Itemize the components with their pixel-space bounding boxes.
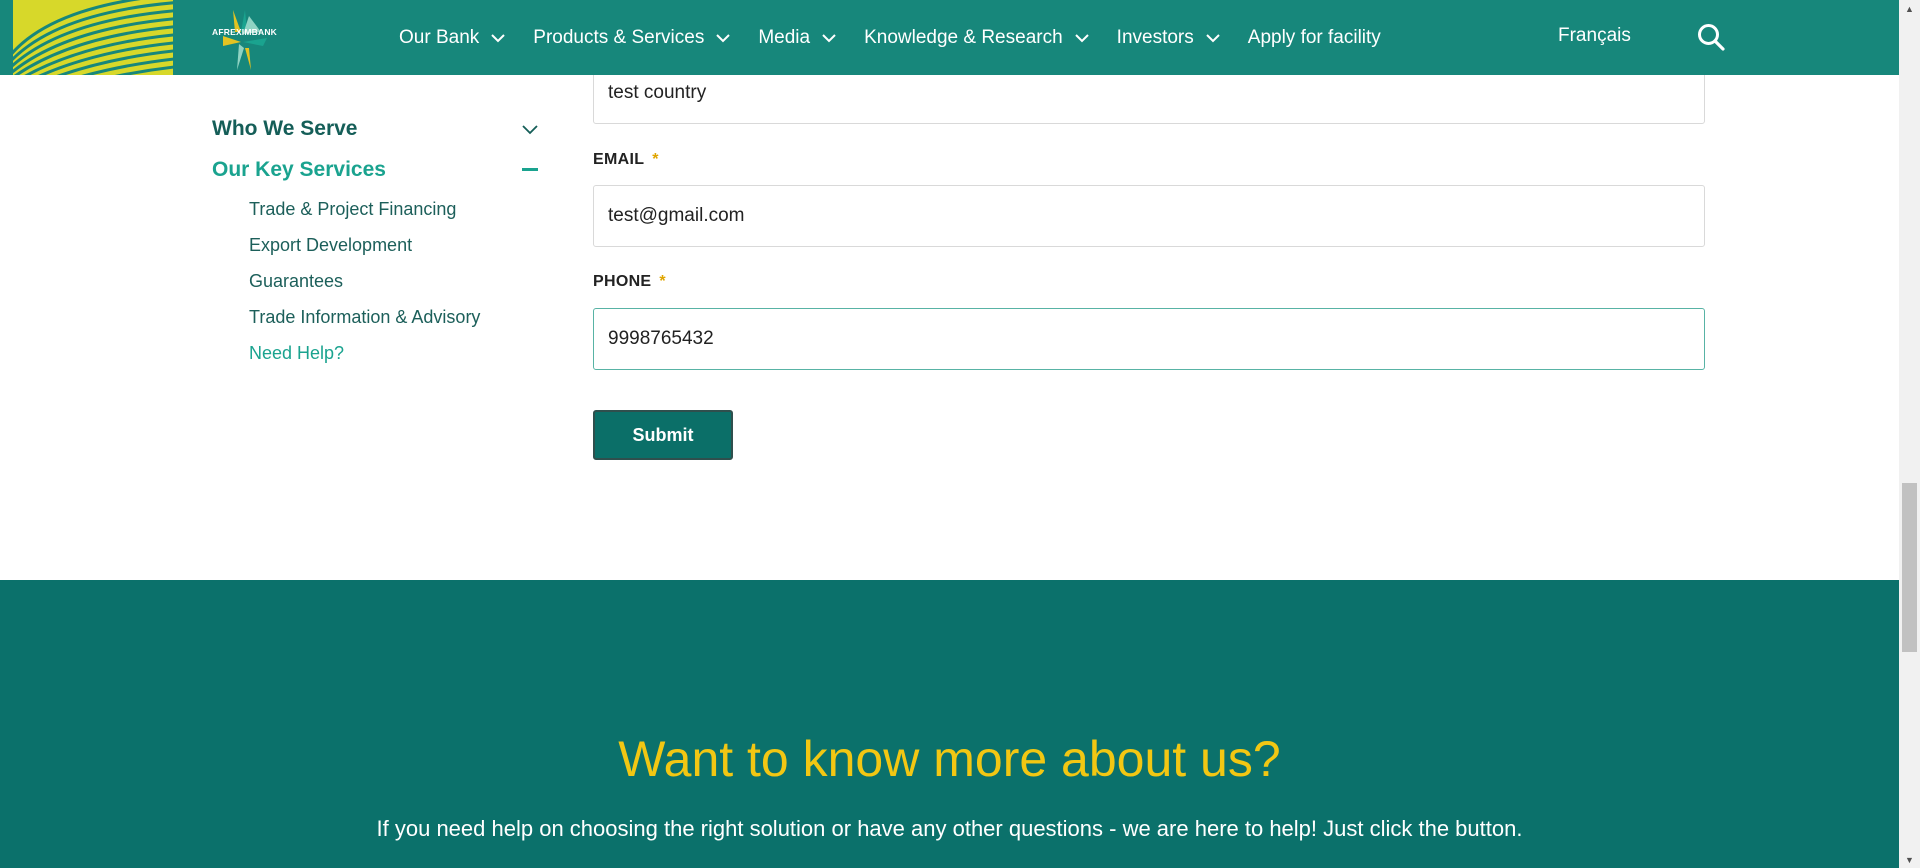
- main-nav: Our Bank Products & Services Media Knowl…: [399, 0, 1409, 75]
- cta-section: Want to know more about us? If you need …: [0, 580, 1899, 868]
- nav-label: Media: [758, 26, 811, 48]
- sidebar-section-label: Who We Serve: [212, 117, 358, 140]
- nav-media[interactable]: Media: [758, 27, 836, 49]
- phone-label: PHONE *: [593, 273, 666, 291]
- sidebar-section-who-we-serve[interactable]: Who We Serve: [212, 112, 542, 146]
- nav-products-services[interactable]: Products & Services: [533, 26, 731, 49]
- nav-knowledge-research[interactable]: Knowledge & Research: [864, 27, 1089, 49]
- nav-label: Products & Services: [533, 26, 705, 48]
- page-scrollbar[interactable]: ▲ ▼: [1899, 0, 1920, 868]
- sidebar-item-need-help[interactable]: Need Help?: [249, 335, 542, 371]
- cta-text: If you need help on choosing the right s…: [376, 816, 1523, 841]
- logo-text: AFREXIMBANK: [212, 27, 278, 37]
- nav-our-bank[interactable]: Our Bank: [399, 27, 505, 49]
- required-mark: *: [659, 273, 666, 290]
- scroll-down-arrow-icon[interactable]: ▼: [1899, 851, 1920, 868]
- minus-icon: [522, 168, 538, 171]
- nav-label: Our Bank: [399, 26, 480, 48]
- nav-label: Investors: [1116, 26, 1194, 48]
- key-services-list: Trade & Project Financing Export Develop…: [212, 191, 542, 371]
- submit-button[interactable]: Submit: [593, 410, 733, 460]
- sidebar-section-our-key-services[interactable]: Our Key Services: [212, 153, 542, 187]
- afreximbank-logo[interactable]: [211, 8, 281, 72]
- scroll-up-arrow-icon[interactable]: ▲: [1899, 0, 1920, 17]
- nav-investors[interactable]: Investors: [1117, 27, 1220, 49]
- sidebar-section-label: Our Key Services: [212, 158, 386, 181]
- sidebar: Who We Serve Our Key Services Trade & Pr…: [212, 112, 542, 371]
- nav-label: Knowledge & Research: [864, 26, 1063, 48]
- chevron-down-icon: [1206, 33, 1220, 42]
- phone-field[interactable]: [593, 308, 1705, 370]
- nav-label: Apply for facility: [1247, 26, 1381, 48]
- site-header: AFREXIMBANK Our Bank Products & Services…: [0, 0, 1899, 75]
- chevron-down-icon: [822, 33, 836, 42]
- sidebar-item-trade-project-financing[interactable]: Trade & Project Financing: [249, 191, 542, 227]
- nav-apply-for-facility[interactable]: Apply for facility: [1248, 27, 1381, 49]
- language-switch[interactable]: Français: [1558, 25, 1631, 47]
- sidebar-item-guarantees[interactable]: Guarantees: [249, 263, 542, 299]
- email-label: EMAIL *: [593, 151, 659, 169]
- sidebar-item-trade-information-advisory[interactable]: Trade Information & Advisory: [249, 299, 542, 335]
- scrollbar-thumb[interactable]: [1902, 483, 1917, 652]
- chevron-down-icon: [522, 125, 538, 135]
- chevron-down-icon: [491, 33, 505, 42]
- required-mark: *: [652, 151, 659, 168]
- chevron-down-icon: [716, 33, 731, 42]
- cta-title: Want to know more about us?: [618, 731, 1281, 787]
- logo-pattern: [13, 0, 173, 75]
- email-field[interactable]: [593, 185, 1705, 247]
- sidebar-item-export-development[interactable]: Export Development: [249, 227, 542, 263]
- search-icon[interactable]: [1697, 23, 1725, 51]
- email-label-text: EMAIL: [593, 151, 645, 168]
- phone-label-text: PHONE: [593, 273, 652, 290]
- chevron-down-icon: [1074, 33, 1089, 42]
